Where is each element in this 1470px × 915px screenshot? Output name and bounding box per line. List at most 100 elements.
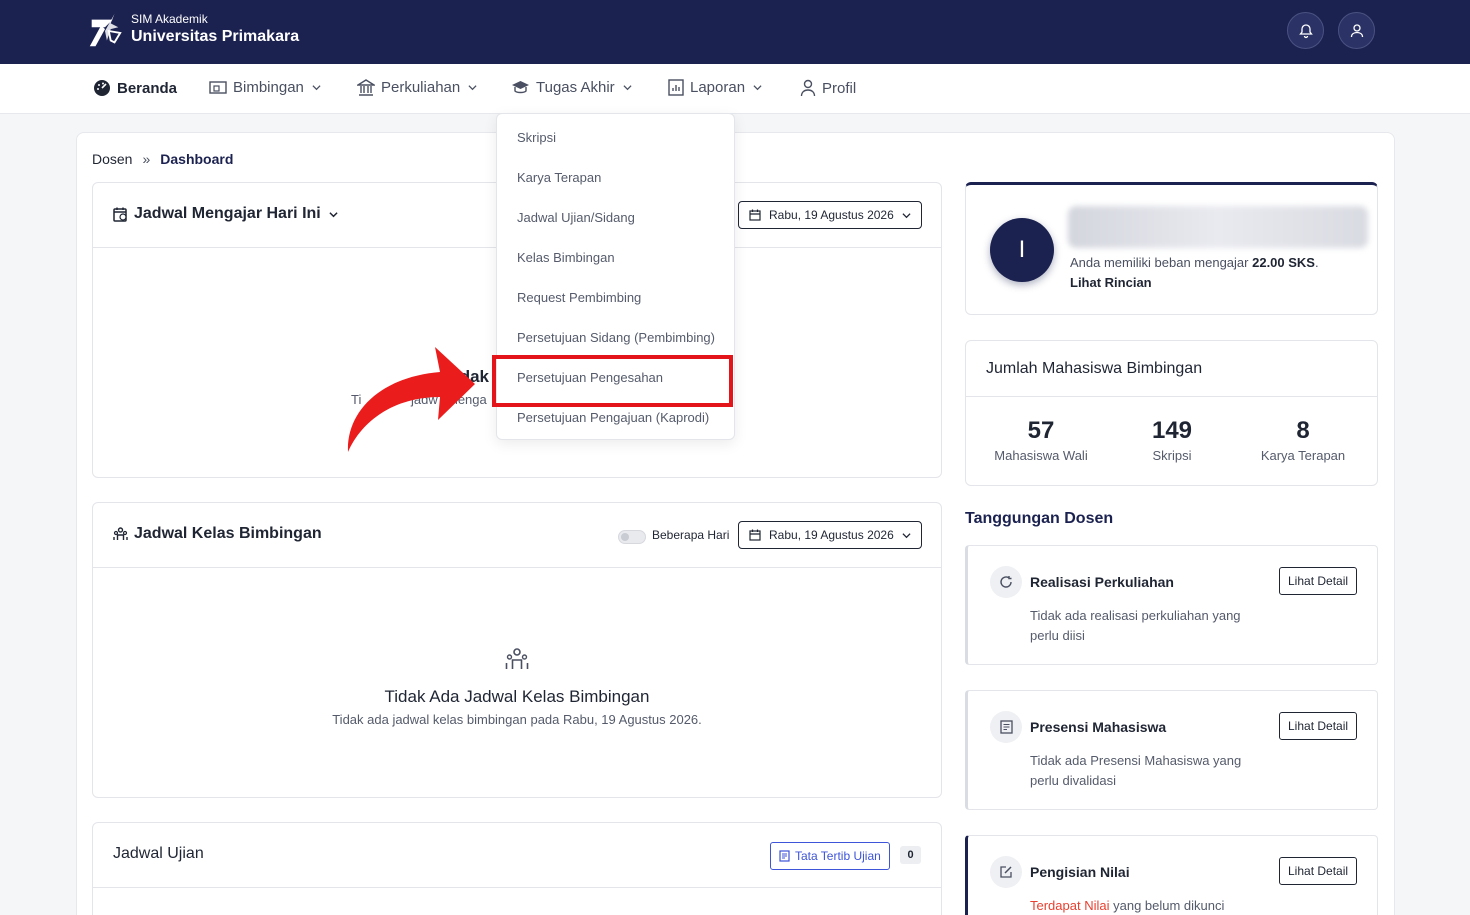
- brand-title: Universitas Primakara: [131, 28, 300, 45]
- dropdown-item-skripsi[interactable]: Skripsi: [517, 130, 556, 145]
- breadcrumb-separator: »: [142, 151, 151, 167]
- nav-label: Laporan: [690, 79, 746, 96]
- jadwal-bimbingan-title: Jadwal Kelas Bimbingan: [113, 525, 322, 543]
- date-text: Rabu, 19 Agustus 2026: [769, 528, 894, 542]
- tata-tertib-button[interactable]: Tata Tertib Ujian: [770, 842, 890, 870]
- lihat-detail-button[interactable]: Lihat Detail: [1279, 857, 1358, 885]
- stat-label-wali: Mahasiswa Wali: [994, 448, 1088, 463]
- nav-tugas-akhir[interactable]: Tugas Akhir: [511, 79, 632, 96]
- exam-count-badge: 0: [900, 846, 921, 864]
- date-picker-button[interactable]: Rabu, 19 Agustus 2026: [738, 201, 922, 229]
- teaching-load-suffix: .: [1314, 255, 1319, 270]
- document-list-icon: [990, 711, 1022, 743]
- jumlah-mahasiswa-card: Jumlah Mahasiswa Bimbingan 57 Mahasiswa …: [965, 340, 1378, 486]
- toggle-knob: [621, 533, 629, 541]
- chevron-down-icon: [329, 211, 338, 217]
- tanggungan-title: Presensi Mahasiswa: [1030, 719, 1167, 735]
- bell-icon: [1298, 23, 1313, 38]
- nav-bimbingan[interactable]: Bimbingan: [209, 79, 321, 96]
- teaching-load-prefix: Anda memiliki beban mengajar: [1070, 255, 1253, 270]
- empty-state-subtitle: Tidak ada jadwal kelas bimbingan pada Ra…: [332, 712, 702, 727]
- card-header: Jadwal Ujian Tata Tertib Ujian 0: [93, 823, 941, 888]
- brand-subtitle: SIM Akademik: [131, 12, 208, 26]
- nav-label: Bimbingan: [233, 79, 304, 96]
- beberapa-hari-toggle[interactable]: [618, 530, 646, 544]
- card-title-text: Jadwal Kelas Bimbingan: [134, 525, 322, 542]
- nav-label: Perkuliahan: [381, 79, 461, 96]
- date-picker-button[interactable]: Rabu, 19 Agustus 2026: [738, 521, 922, 549]
- tanggungan-title: Pengisian Nilai: [1030, 864, 1130, 880]
- edit-icon: [990, 856, 1022, 888]
- nav-profil[interactable]: Profil: [800, 79, 856, 97]
- user-menu-button[interactable]: [1338, 12, 1375, 49]
- dropdown-item-persetujuan-pengajuan[interactable]: Persetujuan Pengajuan (Kaprodi): [517, 410, 709, 425]
- chevron-down-icon: [623, 85, 632, 91]
- avatar: I: [990, 218, 1054, 282]
- profile-card: I Anda memiliki beban mengajar 22.00 SKS…: [965, 182, 1378, 315]
- breadcrumb-current: Dashboard: [160, 151, 234, 167]
- dropdown-item-kelas-bimbingan[interactable]: Kelas Bimbingan: [517, 250, 615, 265]
- stat-value-skripsi: 149: [1151, 417, 1193, 444]
- lihat-detail-button[interactable]: Lihat Detail: [1279, 567, 1358, 595]
- nav-beranda[interactable]: Beranda: [93, 79, 177, 97]
- jadwal-ujian-title: Jadwal Ujian: [113, 845, 204, 862]
- main-navbar: Beranda Bimbingan Perkuliahan Tugas Akhi…: [0, 64, 1470, 114]
- tata-tertib-label: Tata Tertib Ujian: [795, 849, 881, 863]
- chevron-down-icon: [753, 85, 762, 91]
- nav-perkuliahan[interactable]: Perkuliahan: [357, 79, 477, 96]
- group-icon: [113, 527, 128, 540]
- breadcrumb-root[interactable]: Dosen: [92, 151, 132, 167]
- jadwal-mengajar-title[interactable]: Jadwal Mengajar Hari Ini: [113, 205, 338, 223]
- tanggungan-item-presensi: Presensi Mahasiswa Tidak ada Presensi Ma…: [965, 690, 1378, 810]
- tanggungan-desc: Terdapat Nilai yang belum dikunci: [1030, 896, 1260, 915]
- jumlah-mahasiswa-title: Jumlah Mahasiswa Bimbingan: [986, 360, 1203, 377]
- notification-button[interactable]: [1287, 12, 1324, 49]
- teaching-load-value: 22.00 SKS: [1252, 255, 1315, 270]
- stat-label-skripsi: Skripsi: [1152, 448, 1192, 463]
- refresh-icon: [990, 566, 1022, 598]
- nav-label: Beranda: [117, 79, 178, 97]
- toggle-label: Beberapa Hari: [652, 528, 730, 542]
- annotation-arrow: [347, 347, 475, 452]
- calendar-icon: [749, 209, 761, 221]
- date-text: Rabu, 19 Agustus 2026: [769, 208, 894, 222]
- university-logo: [89, 13, 122, 47]
- institution-icon: [357, 79, 375, 96]
- tanggungan-item-pengisian-nilai: Pengisian Nilai Terdapat Nilai yang belu…: [965, 835, 1378, 915]
- chevron-down-icon: [902, 212, 911, 218]
- report-icon: [668, 79, 684, 96]
- dropdown-item-jadwal-ujian[interactable]: Jadwal Ujian/Sidang: [517, 210, 635, 225]
- chevron-down-icon: [468, 85, 477, 91]
- document-list-icon: [779, 850, 790, 862]
- dropdown-item-karya-terapan[interactable]: Karya Terapan: [517, 170, 601, 185]
- user-icon: [1350, 23, 1363, 37]
- dropdown-item-request-pembimbing[interactable]: Request Pembimbing: [517, 290, 641, 305]
- stat-label-karya-terapan: Karya Terapan: [1260, 448, 1346, 463]
- guidance-icon: [209, 80, 227, 94]
- empty-state-title: Tidak Ada Jadwal Kelas Bimbingan: [384, 687, 650, 706]
- tanggungan-desc-rest: yang belum dikunci: [1109, 898, 1225, 913]
- chevron-down-icon: [312, 85, 321, 91]
- stat-value-karya-terapan: 8: [1296, 417, 1310, 444]
- card-title-text: Jadwal Mengajar Hari Ini: [134, 205, 321, 222]
- dashboard-icon: [94, 80, 110, 96]
- nav-label: Tugas Akhir: [536, 79, 615, 96]
- lihat-rincian-link[interactable]: Lihat Rincian: [1070, 275, 1152, 290]
- jadwal-bimbingan-card: Jadwal Kelas Bimbingan Beberapa Hari Rab…: [92, 502, 942, 798]
- tanggungan-item-realisasi: Realisasi Perkuliahan Tidak ada realisas…: [965, 545, 1378, 665]
- calendar-icon: [749, 529, 761, 541]
- stat-value-wali: 57: [1027, 417, 1055, 444]
- breadcrumb: Dosen » Dashboard: [92, 151, 233, 167]
- redacted-lecturer-name: [1068, 206, 1368, 248]
- card-header: Jadwal Kelas Bimbingan Beberapa Hari Rab…: [93, 503, 941, 568]
- nav-laporan[interactable]: Laporan: [668, 79, 762, 96]
- dropdown-item-persetujuan-sidang[interactable]: Persetujuan Sidang (Pembimbing): [517, 330, 715, 345]
- teaching-load-text: Anda memiliki beban mengajar 22.00 SKS.: [1070, 255, 1319, 270]
- tanggungan-desc: Tidak ada realisasi perkuliahan yang per…: [1030, 608, 1241, 643]
- tanggungan-title: Realisasi Perkuliahan: [1030, 574, 1174, 590]
- tanggungan-heading: Tanggungan Dosen: [965, 510, 1114, 527]
- jadwal-ujian-card: Jadwal Ujian Tata Tertib Ujian 0: [92, 822, 942, 915]
- lihat-detail-button[interactable]: Lihat Detail: [1279, 712, 1358, 740]
- warning-text: Terdapat Nilai: [1030, 898, 1110, 913]
- group-icon: [505, 648, 529, 669]
